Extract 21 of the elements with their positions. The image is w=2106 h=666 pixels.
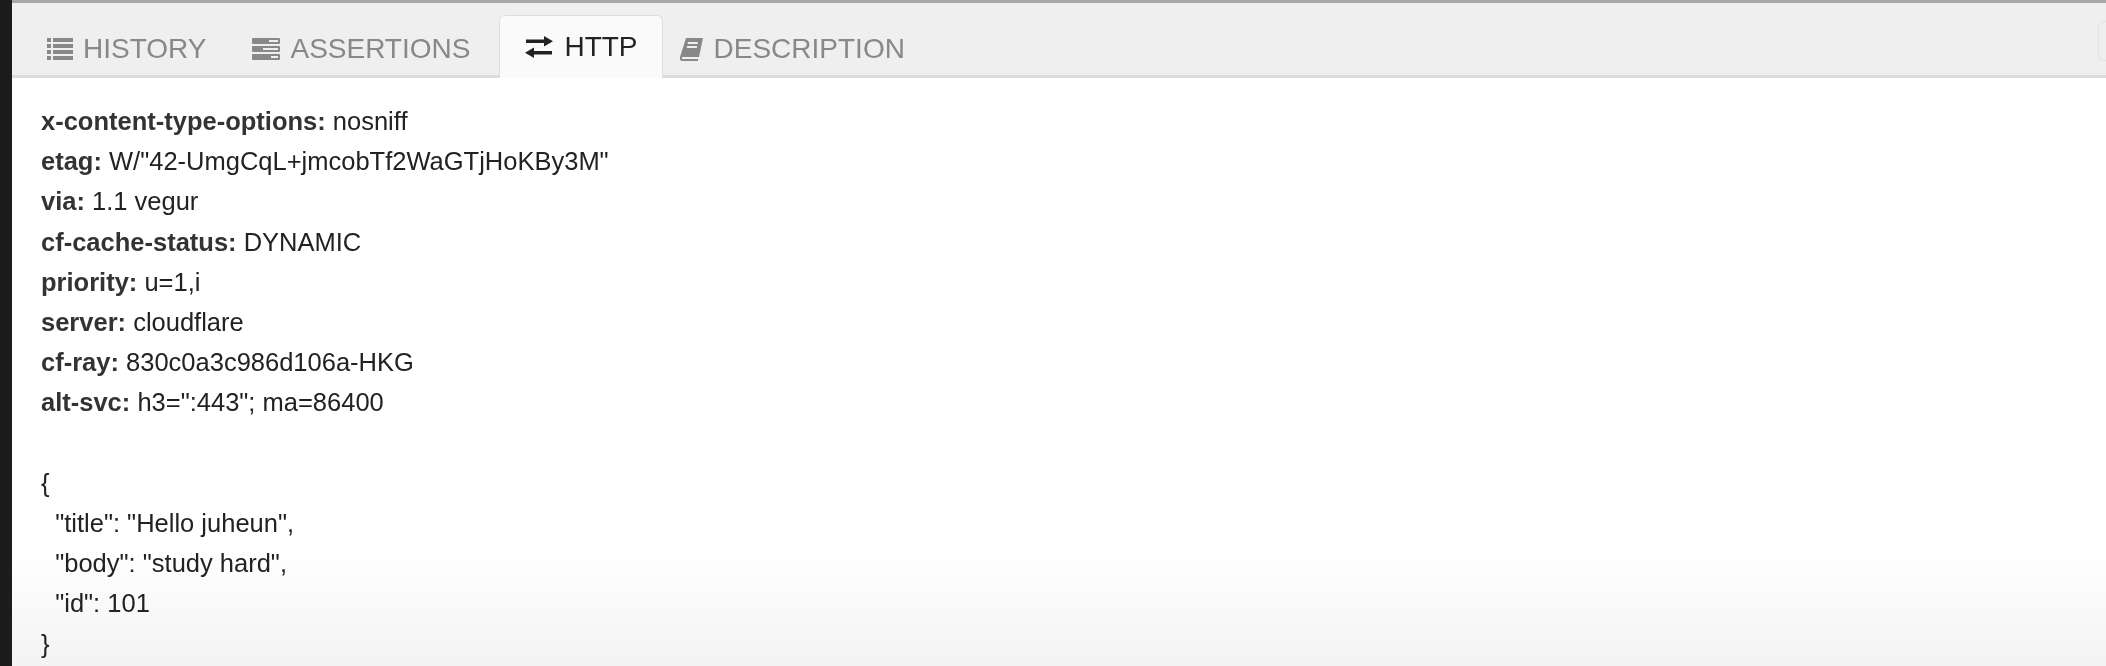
header-line: cf-cache-status: DYNAMIC	[41, 226, 363, 258]
header-line: cf-ray: 830c0a3c986d106a-HKG	[41, 347, 415, 379]
server-icon	[252, 37, 281, 60]
header-line: x-content-type-options: nosniff	[41, 106, 409, 137]
tab[interactable]: ASSERTIONS	[235, 18, 500, 78]
tab[interactable]: HTTP	[499, 15, 663, 78]
exchange-arrows-icon	[524, 36, 555, 58]
list-icon	[47, 37, 73, 60]
tab[interactable]: HISTORY	[30, 18, 236, 78]
header-line: server: cloudflare	[41, 307, 245, 338]
body-line: "title": "Hello juheun",	[54, 508, 296, 539]
header-line: priority: u=1,i	[41, 266, 202, 298]
header-line: etag: W/"42-UmgCqL+jmcobTf2WaGTjHoKBy3M"	[41, 146, 610, 178]
tab[interactable]: DESCRIPTION	[662, 18, 934, 78]
book-icon	[679, 36, 704, 61]
body-line: }	[41, 628, 51, 660]
body-line: {	[41, 467, 51, 499]
body-line: "body": "study hard",	[54, 548, 288, 580]
body-line: "id": 101	[54, 588, 151, 620]
header-line: via: 1.1 vegur	[41, 186, 200, 218]
header-line: alt-svc: h3=":443"; ma=86400	[41, 387, 385, 419]
